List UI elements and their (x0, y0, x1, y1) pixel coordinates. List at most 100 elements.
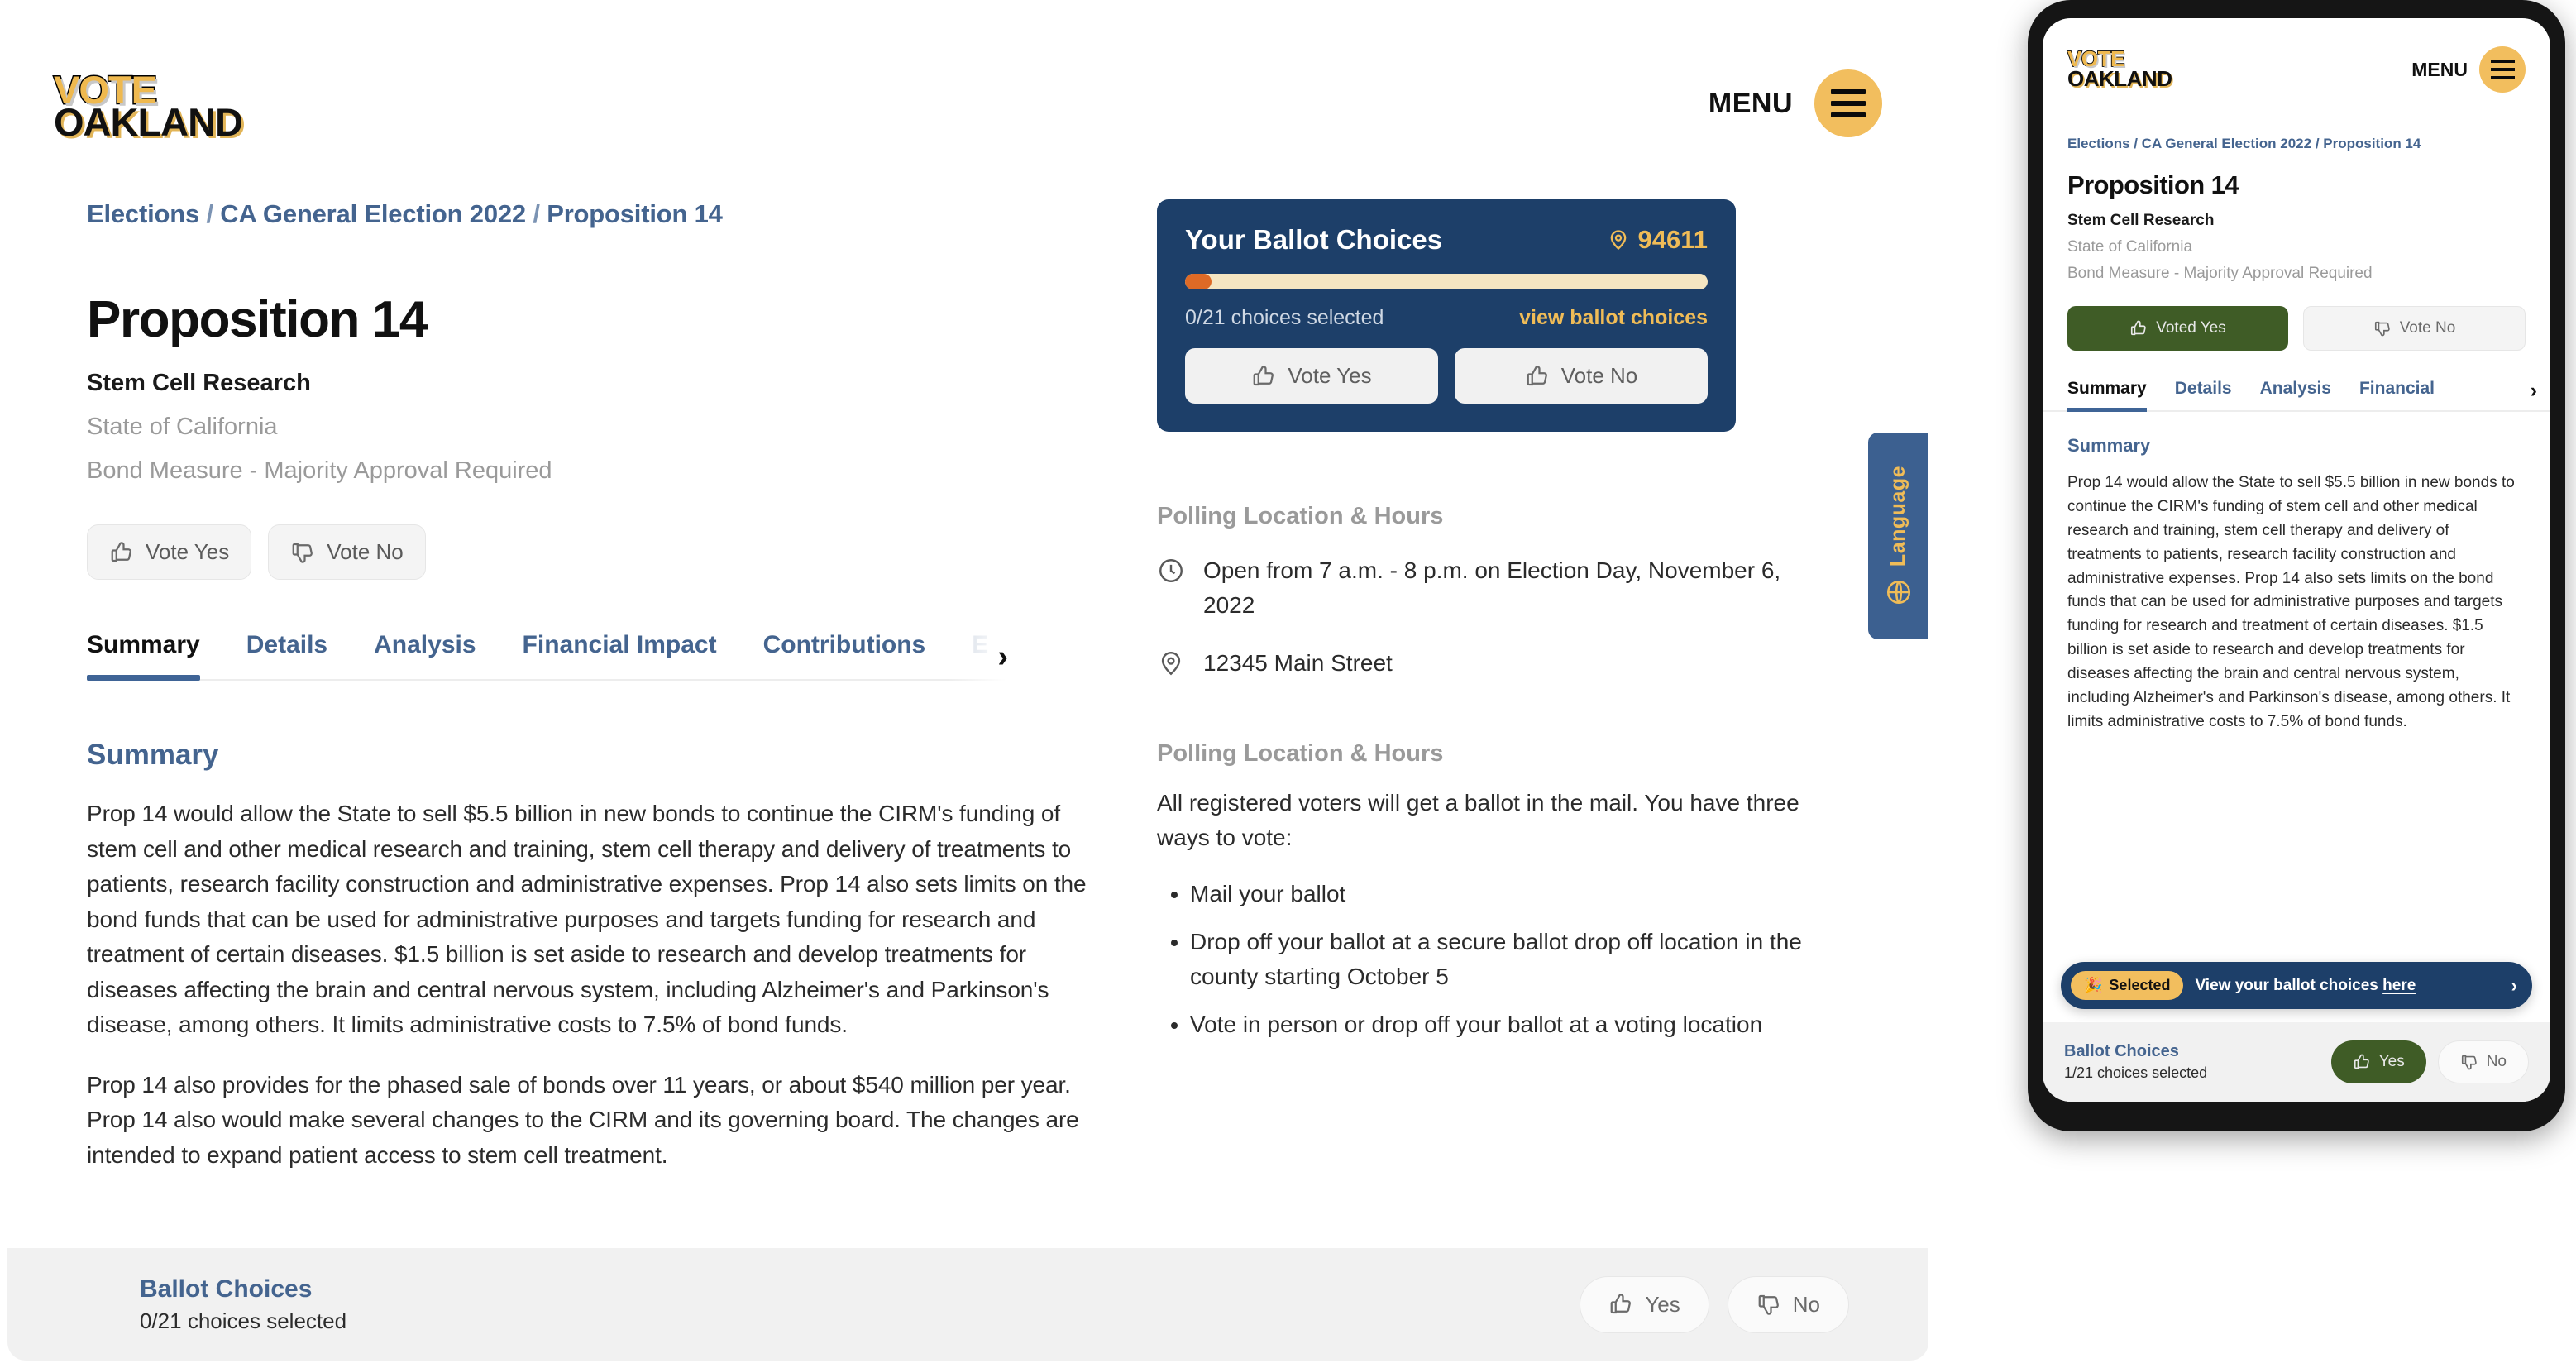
mobile-menu-label: MENU (2411, 58, 2468, 80)
mobile-measure-jurisdiction: State of California (2067, 238, 2193, 256)
chevron-right-icon[interactable]: › (997, 641, 1008, 672)
vote-oakland-logo[interactable]: VOTE OAKLAND (2067, 47, 2172, 92)
polling2-intro: All registered voters will get a ballot … (1157, 790, 1799, 850)
mobile-bottom-no-button[interactable]: No (2437, 1040, 2529, 1083)
breadcrumb-item-proposition[interactable]: Proposition 14 (547, 199, 723, 228)
bottom-bar-text: Ballot Choices 0/21 choices selected (140, 1275, 346, 1334)
hamburger-icon[interactable] (2479, 46, 2526, 93)
mobile-vote-no-label: Vote No (2399, 319, 2456, 337)
chevron-right-icon[interactable]: › (2511, 975, 2517, 997)
tab-next-hidden[interactable]: E (972, 631, 988, 679)
mobile-voted-yes-button[interactable]: Voted Yes (2067, 306, 2288, 351)
thumbs-down-icon (1758, 1294, 1779, 1315)
mobile-bottom-text: Ballot Choices 1/21 choices selected (2064, 1042, 2207, 1082)
bottom-yes-label: Yes (1645, 1291, 1680, 1317)
breadcrumb-separator: / (533, 199, 540, 228)
mobile-bottom-yes-label: Yes (2378, 1053, 2405, 1070)
toast-message-prefix: View your ballot choices (2195, 976, 2383, 994)
mobile-tab-details[interactable]: Details (2175, 379, 2232, 410)
thumbs-up-icon (1610, 1294, 1632, 1314)
view-ballot-choices-link[interactable]: view ballot choices (1519, 306, 1708, 330)
logo-line-2: OAKLAND (2067, 66, 2172, 92)
measure-type: Bond Measure - Majority Approval Require… (87, 457, 552, 484)
tab-contributions[interactable]: Contributions (763, 631, 926, 679)
mobile-device-frame: VOTE OAKLAND MENU Elections / CA General… (2028, 0, 2565, 1131)
vote-no-button[interactable]: Vote No (268, 524, 426, 580)
thumbs-up-icon (111, 541, 131, 562)
polling-address-row: 12345 Main Street (1157, 646, 1818, 681)
polling-heading: Polling Location & Hours (1157, 503, 1444, 529)
tab-details[interactable]: Details (246, 631, 327, 679)
bottom-no-button[interactable]: No (1727, 1275, 1849, 1333)
site-header: VOTE OAKLAND MENU (7, 7, 1928, 199)
mobile-tab-summary[interactable]: Summary (2067, 379, 2147, 412)
ballot-progress-fill (1185, 274, 1212, 289)
mobile-bottom-title[interactable]: Ballot Choices (2064, 1042, 2207, 1061)
list-item: Mail your ballot (1190, 877, 1818, 911)
mobile-tab-list: Summary Details Analysis Financial (2043, 379, 2550, 412)
mobile-vote-no-button[interactable]: Vote No (2303, 306, 2526, 351)
vote-no-label: Vote No (327, 539, 404, 564)
vote-yes-button[interactable]: Vote Yes (87, 524, 252, 580)
clock-icon (1159, 559, 1183, 582)
mobile-bottom-count: 1/21 choices selected (2064, 1064, 2208, 1081)
card-vote-yes-button[interactable]: Vote Yes (1185, 348, 1438, 404)
ballot-progress-bar (1185, 274, 1708, 289)
mobile-tab-analysis[interactable]: Analysis (2260, 379, 2331, 410)
menu-control[interactable]: MENU (1709, 69, 1882, 137)
ballot-progress-row: 0/21 choices selected view ballot choice… (1185, 306, 1708, 330)
ballot-choices-bottom-bar: Ballot Choices 0/21 choices selected Yes (7, 1248, 1928, 1361)
thumbs-up-icon (2131, 320, 2146, 336)
chevron-right-icon[interactable]: › (2531, 379, 2537, 403)
mobile-page-title: Proposition 14 (2067, 170, 2239, 199)
vote-oakland-logo[interactable]: VOTE OAKLAND (53, 69, 243, 144)
ballot-selected-toast[interactable]: 🎉 Selected View your ballot choices here… (2061, 962, 2532, 1009)
card-vote-no-button[interactable]: Vote No (1455, 348, 1708, 404)
breadcrumb-item-elections[interactable]: Elections (87, 199, 199, 228)
breadcrumb: Elections / CA General Election 2022 / P… (87, 199, 1091, 229)
ballot-card-buttons: Vote Yes Vote No (1185, 348, 1708, 404)
mobile-tab-financial[interactable]: Financial (2359, 379, 2435, 410)
thumbs-down-icon (2461, 1055, 2477, 1070)
bottom-bar-title[interactable]: Ballot Choices (140, 1275, 346, 1303)
logo-line-2: OAKLAND (54, 100, 243, 144)
thumbs-down-icon (292, 543, 313, 563)
mobile-vote-button-group: Voted Yes Vote No (2043, 283, 2550, 351)
tab-analysis[interactable]: Analysis (374, 631, 476, 679)
summary-paragraph-1: Prop 14 would allow the State to sell $5… (87, 801, 1087, 1038)
zip-display[interactable]: 94611 (1607, 225, 1709, 255)
mobile-summary-heading: Summary (2067, 435, 2151, 456)
screenshot-stage: VOTE OAKLAND MENU Elections / CA General… (0, 0, 2576, 1368)
toast-message[interactable]: View your ballot choices here (2195, 977, 2499, 995)
polling2-heading: Polling Location & Hours (1157, 740, 1444, 767)
language-tab[interactable]: Language (1868, 433, 1928, 639)
breadcrumb-item-election[interactable]: CA General Election 2022 (220, 199, 526, 228)
mobile-menu-control[interactable]: MENU (2411, 46, 2526, 93)
bottom-no-label: No (1792, 1291, 1820, 1317)
list-item: Drop off your ballot at a secure ballot … (1190, 925, 1818, 994)
bottom-yes-button[interactable]: Yes (1580, 1275, 1709, 1333)
thumbs-up-icon (2354, 1054, 2369, 1069)
tab-financial-impact[interactable]: Financial Impact (523, 631, 717, 679)
mobile-breadcrumb[interactable]: Elections / CA General Election 2022 / P… (2043, 93, 2550, 152)
ballot-card-header: Your Ballot Choices 94611 (1185, 224, 1708, 256)
mobile-bottom-yes-button[interactable]: Yes (2330, 1040, 2426, 1083)
status-badge-label: Selected (2109, 977, 2171, 993)
measure-side-column: Your Ballot Choices 94611 0/21 choices s… (1140, 199, 1818, 1173)
zip-value: 94611 (1637, 225, 1709, 254)
tab-list: Summary Details Analysis Financial Impac… (87, 631, 1054, 681)
hamburger-icon[interactable] (1814, 69, 1882, 137)
polling-hours-row: Open from 7 a.m. - 8 p.m. on Election Da… (1157, 553, 1818, 623)
thumbs-down-icon (2374, 321, 2390, 337)
desktop-body: Elections / CA General Election 2022 / P… (7, 199, 1928, 1173)
thumbs-up-icon (1527, 365, 1547, 385)
ballot-count-label: 0/21 choices selected (1185, 306, 1384, 329)
summary-paragraph-2: Prop 14 also provides for the phased sal… (87, 1071, 1079, 1168)
tab-summary[interactable]: Summary (87, 631, 200, 681)
toast-message-link[interactable]: here (2382, 977, 2416, 994)
measure-jurisdiction: State of California (87, 414, 278, 440)
bottom-bar-count: 0/21 choices selected (140, 1308, 347, 1333)
polling-address-text: 12345 Main Street (1203, 650, 1393, 676)
mobile-bottom-no-label: No (2486, 1053, 2507, 1070)
confetti-icon: 🎉 (2084, 977, 2103, 993)
